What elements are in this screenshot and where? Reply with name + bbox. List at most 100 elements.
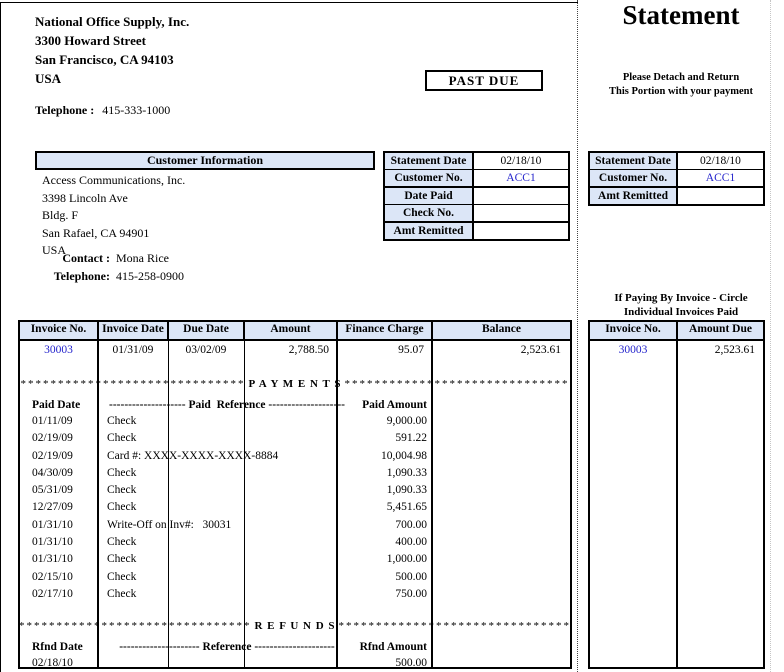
detach-perforation-line (577, 0, 578, 672)
paid-date: 02/17/10 (32, 586, 73, 603)
detach-note-line1: Please Detach and Return (578, 71, 784, 85)
customer-no-link[interactable]: ACC1 (678, 170, 763, 186)
paid-amount-header: Paid Amount (350, 397, 427, 413)
refunds-column-headers: Rfnd Date --------------------- Referenc… (20, 639, 570, 655)
col-header-finance-charge: Finance Charge (338, 322, 433, 339)
check-no-label: Check No. (385, 205, 474, 221)
past-due-badge: PAST DUE (425, 70, 543, 91)
detach-note: Please Detach and Return This Portion wi… (578, 71, 784, 99)
payments-rows: 01/11/09 Check 9,000.00 02/19/09 Check 5… (20, 413, 570, 603)
invoice-table-header: Invoice No. Invoice Date Due Date Amount… (20, 322, 570, 341)
reference-header: --------------------- Reference --------… (87, 639, 367, 655)
asterisks: **************************************** (339, 619, 570, 634)
payments-section-title: P A Y M E N T S (246, 377, 345, 392)
invoice-number-link[interactable]: 30003 (590, 343, 676, 358)
column-rule (336, 341, 338, 669)
paid-reference: Check (107, 482, 136, 499)
statement-date-label: Statement Date (590, 153, 678, 169)
company-phone: Telephone :415-333-1000 (35, 103, 170, 118)
rfnd-amount: 500.00 (260, 655, 427, 672)
invoice-number-link[interactable]: 30003 (20, 343, 97, 358)
paid-amount: 750.00 (260, 586, 427, 603)
company-address-line: San Francisco, CA 94103 (35, 50, 189, 69)
amt-remitted-value (474, 223, 568, 239)
amount-due: 2,523.61 (680, 343, 755, 358)
payment-row: 04/30/09 Check 1,090.33 (20, 465, 570, 482)
paid-amount: 591.22 (260, 430, 427, 447)
paid-amount: 1,090.33 (260, 482, 427, 499)
column-rule (431, 341, 433, 669)
company-address-line: 3300 Howard Street (35, 31, 189, 50)
invoice-table: Invoice No. Invoice Date Due Date Amount… (18, 320, 572, 669)
paid-amount: 700.00 (260, 517, 427, 534)
customer-phone-row: Telephone:415-258-0900 (42, 267, 184, 285)
rfnd-date-header: Rfnd Date (32, 639, 83, 655)
paid-amount: 400.00 (260, 534, 427, 551)
payments-column-headers: Paid Date -------------------- Paid Refe… (20, 397, 570, 413)
finance-charge: 95.07 (338, 343, 424, 358)
statement-title: Statement (578, 0, 784, 31)
asterisks: **************************************** (20, 377, 246, 392)
amt-remitted-label: Amt Remitted (590, 188, 678, 204)
paid-amount: 500.00 (260, 569, 427, 586)
statement-date-value: 02/18/10 (474, 153, 568, 169)
detach-note-line2: This Portion with your payment (578, 85, 784, 99)
invoice-balance: 2,523.61 (433, 343, 561, 358)
paid-amount: 5,451.65 (260, 499, 427, 516)
contact-label: Contact : (42, 249, 110, 267)
statement-date-value: 02/18/10 (678, 153, 763, 169)
customer-no-label: Customer No. (590, 170, 678, 186)
remit-table-header: Invoice No. Amount Due (590, 322, 763, 341)
date-paid-value (474, 188, 568, 204)
paid-date: 02/19/09 (32, 430, 73, 447)
remit-table-body: 30003 2,523.61 (590, 341, 763, 669)
customer-no-label: Customer No. (385, 170, 474, 186)
paid-date: 01/11/09 (32, 413, 72, 430)
paid-date-header: Paid Date (32, 397, 80, 413)
paid-reference: Check (107, 534, 136, 551)
rfnd-amount-header: Rfnd Amount (350, 639, 427, 655)
paid-reference-header: -------------------- Paid Reference ----… (87, 397, 367, 413)
paid-reference: Check (107, 430, 136, 447)
payment-row: 02/17/10 Check 750.00 (20, 586, 570, 603)
invoice-table-body: 30003 01/31/09 03/02/09 2,788.50 95.07 2… (20, 341, 570, 669)
col-header-due-date: Due Date (169, 322, 245, 339)
paid-date: 04/30/09 (32, 465, 73, 482)
paid-reference: Card #: XXXX-XXXX-XXXX-8884 (107, 448, 278, 465)
customer-address-line: San Rafael, CA 94901 (42, 225, 185, 243)
statement-page: National Office Supply, Inc. 3300 Howard… (0, 0, 784, 672)
customer-no-link[interactable]: ACC1 (474, 170, 568, 186)
invoice-date: 01/31/09 (99, 343, 167, 358)
asterisks: **************************************** (20, 619, 251, 634)
payment-row: 01/31/10 Check 400.00 (20, 534, 570, 551)
company-name: National Office Supply, Inc. (35, 12, 189, 31)
payment-row: 02/15/10 Check 500.00 (20, 569, 570, 586)
info-row: Amt Remitted (590, 188, 763, 204)
remit-invoice-table: Invoice No. Amount Due 30003 2,523.61 (588, 320, 765, 669)
paid-date: 02/15/10 (32, 569, 73, 586)
info-row: Amt Remitted (385, 223, 568, 239)
col-header-amount-due: Amount Due (678, 322, 763, 339)
paid-date: 01/31/10 (32, 517, 73, 534)
refund-row: 02/18/10 500.00 (20, 655, 570, 672)
paid-reference: Check (107, 586, 136, 603)
paid-date: 05/31/09 (32, 482, 73, 499)
customer-address-line: Bldg. F (42, 207, 185, 225)
col-header-balance: Balance (433, 322, 570, 339)
paid-amount: 1,090.33 (260, 465, 427, 482)
col-header-amount: Amount (245, 322, 338, 339)
company-address-block: National Office Supply, Inc. 3300 Howard… (35, 12, 189, 88)
check-no-value (474, 205, 568, 221)
paid-date: 01/31/10 (32, 551, 73, 568)
payment-row: 02/19/09 Check 591.22 (20, 430, 570, 447)
asterisks: **************************************** (344, 377, 570, 392)
page-top-border (0, 2, 578, 3)
paid-date: 01/31/10 (32, 534, 73, 551)
rfnd-date: 02/18/10 (32, 655, 73, 672)
paid-amount: 10,004.98 (260, 448, 427, 465)
column-rule (168, 341, 169, 669)
paid-reference: Check (107, 551, 136, 568)
paid-reference: Check (107, 465, 136, 482)
info-row: Date Paid (385, 188, 568, 205)
remit-info-table: Statement Date 02/18/10 Customer No. ACC… (588, 151, 765, 206)
